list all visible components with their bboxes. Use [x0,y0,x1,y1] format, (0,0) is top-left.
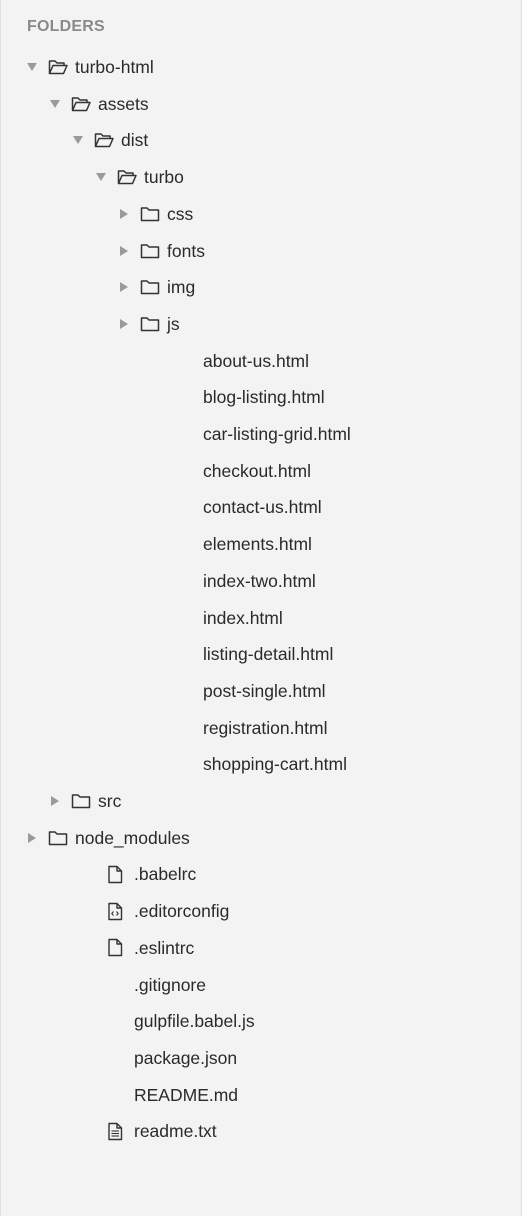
tree-item-label: checkout.html [203,460,311,481]
folder-icon [139,278,161,296]
file-item-contact-us-html[interactable]: contact-us.html [203,492,322,522]
file-item-index-html[interactable]: index.html [203,603,283,633]
file-icon [106,864,124,884]
folder-item-turbo-html[interactable]: turbo-html [25,52,154,82]
disclosure-down-icon[interactable] [48,97,62,111]
file-item-dot-gitignore[interactable]: .gitignore [134,970,206,1000]
tree-item-label: blog-listing.html [203,387,325,408]
tree-item-label: .eslintrc [134,937,195,958]
disclosure-down-icon[interactable] [25,60,39,74]
disclosure-right-icon[interactable] [117,280,131,294]
tree-item-label: elements.html [203,534,312,555]
folder-icon [47,829,69,847]
disclosure-down-icon[interactable] [94,170,108,184]
tree-item-label: car-listing-grid.html [203,424,351,444]
folder-item-node-modules[interactable]: node_modules [25,823,190,853]
code-file-icon [106,901,124,921]
folder-item-js[interactable]: js [117,309,180,339]
file-item-dot-babelrc[interactable]: .babelrc [106,859,196,889]
tree-item-label: fonts [167,240,205,261]
folder-icon [139,205,161,223]
file-item-listing-detail-html[interactable]: listing-detail.html [203,639,333,669]
disclosure-right-icon[interactable] [117,317,131,331]
file-item-gulpfile-babel-js[interactable]: gulpfile.babel.js [134,1006,255,1036]
folder-item-turbo[interactable]: turbo [94,162,184,192]
disclosure-right-icon[interactable] [25,831,39,845]
folder-item-css[interactable]: css [117,199,193,229]
tree-item-label: README.md [134,1084,239,1105]
folder-open-icon [47,58,69,76]
disclosure-down-icon[interactable] [71,133,85,147]
file-item-readme-txt[interactable]: readme.txt [106,1116,217,1146]
folder-item-assets[interactable]: assets [48,89,149,119]
file-item-post-single-html[interactable]: post-single.html [203,676,326,706]
tree-item-label: index-two.html [203,570,316,591]
tree-item-label: registration.html [203,717,328,738]
tree-item-label: index.html [203,607,283,628]
file-item-registration-html[interactable]: registration.html [203,713,328,743]
tree-item-label: assets [98,93,149,114]
disclosure-right-icon[interactable] [117,244,131,258]
file-item-dot-eslintrc[interactable]: .eslintrc [106,933,194,963]
folder-icon [70,792,92,810]
tree-item-label: img [167,277,196,298]
file-item-elements-html[interactable]: elements.html [203,529,312,559]
tree-item-label: .gitignore [134,974,206,995]
tree-item-label: contact-us.html [203,497,322,518]
tree-item-label: turbo-html [75,57,154,77]
disclosure-right-icon[interactable] [117,207,131,221]
tree-item-label: readme.txt [134,1121,217,1142]
folder-item-dist[interactable]: dist [71,125,148,155]
folder-icon [139,242,161,260]
tree-item-label: dist [121,130,149,151]
tree-item-label: css [167,203,194,224]
file-item-shopping-cart-html[interactable]: shopping-cart.html [203,749,347,779]
file-item-checkout-html[interactable]: checkout.html [203,456,311,486]
folder-item-fonts[interactable]: fonts [117,236,205,266]
folder-item-src[interactable]: src [48,786,121,816]
file-icon [106,938,124,958]
tree-item-label: listing-detail.html [203,644,334,665]
tree-item-label: turbo [144,167,184,188]
tree-item-label: gulpfile.babel.js [134,1011,255,1032]
tree-item-label: about-us.html [203,350,310,371]
file-item-index-two-html[interactable]: index-two.html [203,566,316,596]
folder-open-icon [70,95,92,113]
disclosure-right-icon[interactable] [48,794,62,808]
tree-item-label: js [167,313,180,334]
folder-item-img[interactable]: img [117,272,195,302]
file-item-blog-listing-html[interactable]: blog-listing.html [203,382,325,412]
tree-item-label: package.json [134,1047,238,1068]
tree-item-label: post-single.html [203,680,326,701]
tree-item-label: .babelrc [134,864,197,885]
folders-header: FOLDERS [27,18,105,35]
tree-item-label: src [98,791,122,811]
file-item-package-json[interactable]: package.json [134,1043,237,1073]
file-item-readme-md[interactable]: README.md [134,1080,238,1110]
text-file-icon [106,1121,124,1141]
file-item-dot-editorconfig[interactable]: .editorconfig [106,896,229,926]
tree-item-label: node_modules [75,827,190,848]
folder-icon [139,315,161,333]
file-item-about-us-html[interactable]: about-us.html [203,346,309,376]
folder-open-icon [116,168,138,186]
folders-sidebar: FOLDERS turbo-html assets dist turbo css font… [0,0,522,1216]
folder-open-icon [93,131,115,149]
tree-item-label: .editorconfig [134,901,230,922]
file-item-car-listing-grid-html[interactable]: car-listing-grid.html [203,419,351,449]
tree-item-label: shopping-cart.html [203,754,347,775]
